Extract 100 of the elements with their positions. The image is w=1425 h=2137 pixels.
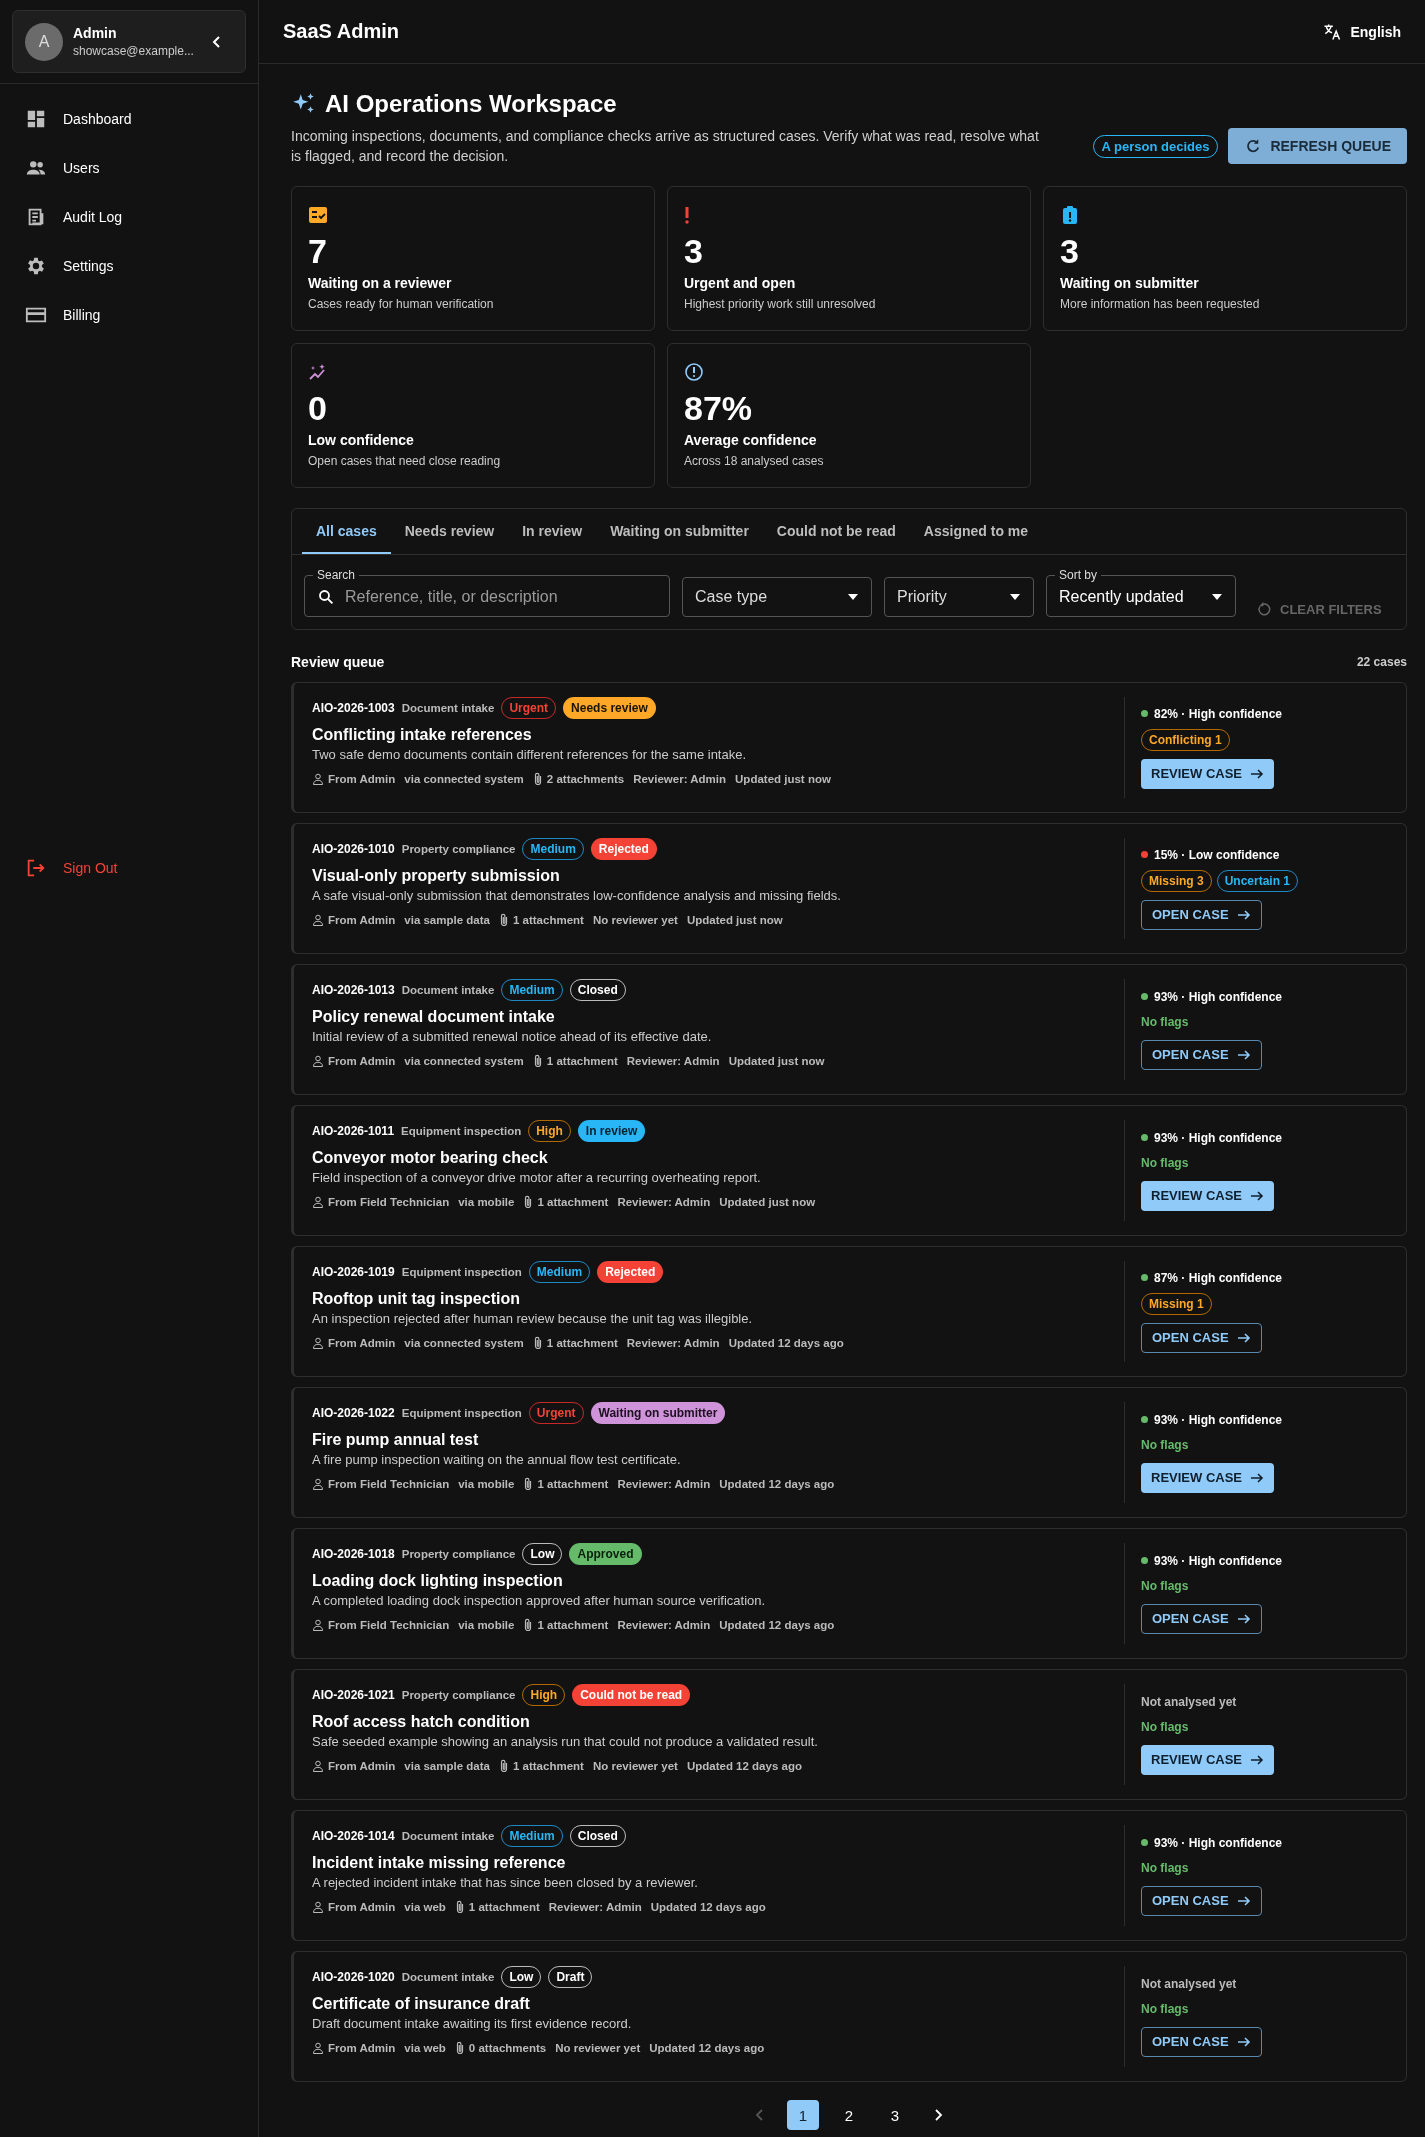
source-channel: via connected system: [404, 773, 524, 785]
updated-time: Updated 12 days ago: [719, 1478, 835, 1490]
refresh-queue-button[interactable]: REFRESH QUEUE: [1228, 128, 1407, 164]
status-badge: Rejected: [590, 838, 657, 860]
sort-select[interactable]: Sort by Recently updated: [1046, 569, 1236, 617]
case-reference: AIO-2026-1014: [312, 1829, 395, 1843]
updated-time: Updated 12 days ago: [719, 1619, 835, 1631]
review-case-button[interactable]: REVIEW CASE: [1141, 1180, 1274, 1211]
checklist-icon: [308, 205, 328, 225]
tab[interactable]: Needs review: [390, 509, 509, 554]
source-channel: via sample data: [404, 1760, 490, 1772]
stat-value: 0: [308, 388, 327, 428]
open-case-button[interactable]: OPEN CASE: [1141, 1885, 1262, 1916]
no-flags-label: No flags: [1141, 1860, 1189, 1875]
open-case-button[interactable]: OPEN CASE: [1141, 1322, 1262, 1353]
nav-item[interactable]: Billing: [0, 290, 258, 339]
page-button[interactable]: 2: [833, 2100, 865, 2130]
review-case-button[interactable]: REVIEW CASE: [1141, 1744, 1274, 1775]
submitter: From Admin: [328, 2042, 396, 2054]
priority-select[interactable]: Priority: [884, 577, 1034, 617]
tab[interactable]: In review: [508, 509, 597, 554]
attachment-count: 1 attachment: [537, 1478, 609, 1490]
person-icon: [312, 1196, 324, 1208]
user-card[interactable]: A Admin showcase@example...: [12, 10, 246, 73]
case-reference: AIO-2026-1019: [312, 1265, 395, 1279]
reviewer: Reviewer: Admin: [617, 1478, 711, 1490]
reviewer: Reviewer: Admin: [626, 1055, 720, 1067]
case-type: Equipment inspection: [401, 1125, 522, 1137]
arrow-right-icon: [1236, 1047, 1251, 1062]
case-description: Two safe demo documents contain different references for the same intake.: [312, 747, 747, 762]
person-icon: [312, 1478, 324, 1490]
review-case-button[interactable]: REVIEW CASE: [1141, 1462, 1274, 1493]
case-title[interactable]: Conveyor motor bearing check: [312, 1149, 548, 1167]
case-title[interactable]: Conflicting intake references: [312, 726, 532, 744]
source-channel: via web: [404, 2042, 446, 2054]
person-icon: [312, 1760, 324, 1772]
case-title[interactable]: Incident intake missing reference: [312, 1854, 566, 1872]
paperclip-icon: [523, 1195, 534, 1209]
case-type-select[interactable]: Case type: [682, 577, 872, 617]
confidence-label: 87% · High confidence: [1154, 1270, 1283, 1285]
search-field[interactable]: Search Reference, title, or description: [304, 569, 670, 617]
person-icon: [312, 1619, 324, 1631]
nav-item[interactable]: Users: [0, 143, 258, 192]
language-button[interactable]: English: [1322, 21, 1401, 42]
submitter: From Admin: [328, 1337, 396, 1349]
user-email: showcase@example...: [73, 44, 195, 58]
case-type: Document intake: [401, 1971, 495, 1983]
open-case-button[interactable]: OPEN CASE: [1141, 1039, 1262, 1070]
confidence-label: 82% · High confidence: [1154, 706, 1283, 721]
case-reference: AIO-2026-1010: [312, 842, 395, 856]
case-title[interactable]: Rooftop unit tag inspection: [312, 1290, 520, 1308]
nav-item[interactable]: Audit Log: [0, 192, 258, 241]
search-input[interactable]: Reference, title, or description: [345, 588, 645, 606]
confidence-label: 15% · Low confidence: [1154, 847, 1280, 862]
attachment-count: 1 attachment: [537, 1619, 609, 1631]
case-title[interactable]: Loading dock lighting inspection: [312, 1572, 563, 1590]
nav-item[interactable]: Settings: [0, 241, 258, 290]
case-description: An inspection rejected after human review because the unit tag was illegible.: [312, 1311, 753, 1326]
logout-icon: [25, 857, 47, 879]
stat-label: Waiting on submitter: [1060, 275, 1199, 291]
tab[interactable]: All cases: [302, 509, 391, 554]
page-button[interactable]: 3: [879, 2100, 911, 2130]
tab[interactable]: Waiting on submitter: [596, 509, 763, 554]
open-case-button[interactable]: OPEN CASE: [1141, 1603, 1262, 1634]
collapse-icon[interactable]: [211, 34, 223, 49]
open-case-button[interactable]: OPEN CASE: [1141, 899, 1262, 930]
source-channel: via connected system: [404, 1337, 524, 1349]
attachment-count: 1 attachment: [512, 914, 584, 926]
sign-out-link[interactable]: Sign Out: [0, 857, 143, 879]
case-title[interactable]: Roof access hatch condition: [312, 1713, 530, 1731]
case-type: Equipment inspection: [401, 1407, 522, 1419]
next-page-icon[interactable]: [933, 2108, 943, 2122]
case-reference: AIO-2026-1022: [312, 1406, 395, 1420]
case-title[interactable]: Visual-only property submission: [312, 867, 560, 885]
arrow-right-icon: [1250, 1752, 1264, 1767]
case-type: Document intake: [401, 984, 495, 996]
case-title[interactable]: Certificate of insurance draft: [312, 1995, 530, 2013]
paperclip-icon: [523, 1618, 534, 1632]
updated-time: Updated just now: [686, 914, 783, 926]
open-case-button[interactable]: OPEN CASE: [1141, 2026, 1262, 2057]
page-button[interactable]: 1: [787, 2100, 819, 2130]
case-title[interactable]: Fire pump annual test: [312, 1431, 479, 1449]
submitter: From Admin: [328, 1901, 396, 1913]
tab[interactable]: Could not be read: [762, 509, 910, 554]
dropdown-icon: [847, 593, 859, 601]
attachment-count: 1 attachment: [468, 1901, 540, 1913]
no-flags-label: No flags: [1141, 1437, 1189, 1452]
case-title[interactable]: Policy renewal document intake: [312, 1008, 555, 1026]
source-channel: via mobile: [458, 1619, 515, 1631]
paperclip-icon: [523, 1477, 534, 1491]
attachment-count: 1 attachment: [537, 1196, 609, 1208]
page-title: AI Operations Workspace: [325, 90, 617, 118]
review-case-button[interactable]: REVIEW CASE: [1141, 758, 1274, 789]
reset-icon: [1256, 601, 1272, 617]
confidence-label: 93% · High confidence: [1154, 989, 1283, 1004]
tab[interactable]: Assigned to me: [909, 509, 1043, 554]
nav-item[interactable]: Dashboard: [0, 94, 258, 143]
confidence-label: Not analysed yet: [1141, 1976, 1237, 1991]
submitter: From Field Technician: [328, 1196, 450, 1208]
submitter: From Admin: [328, 1055, 396, 1067]
